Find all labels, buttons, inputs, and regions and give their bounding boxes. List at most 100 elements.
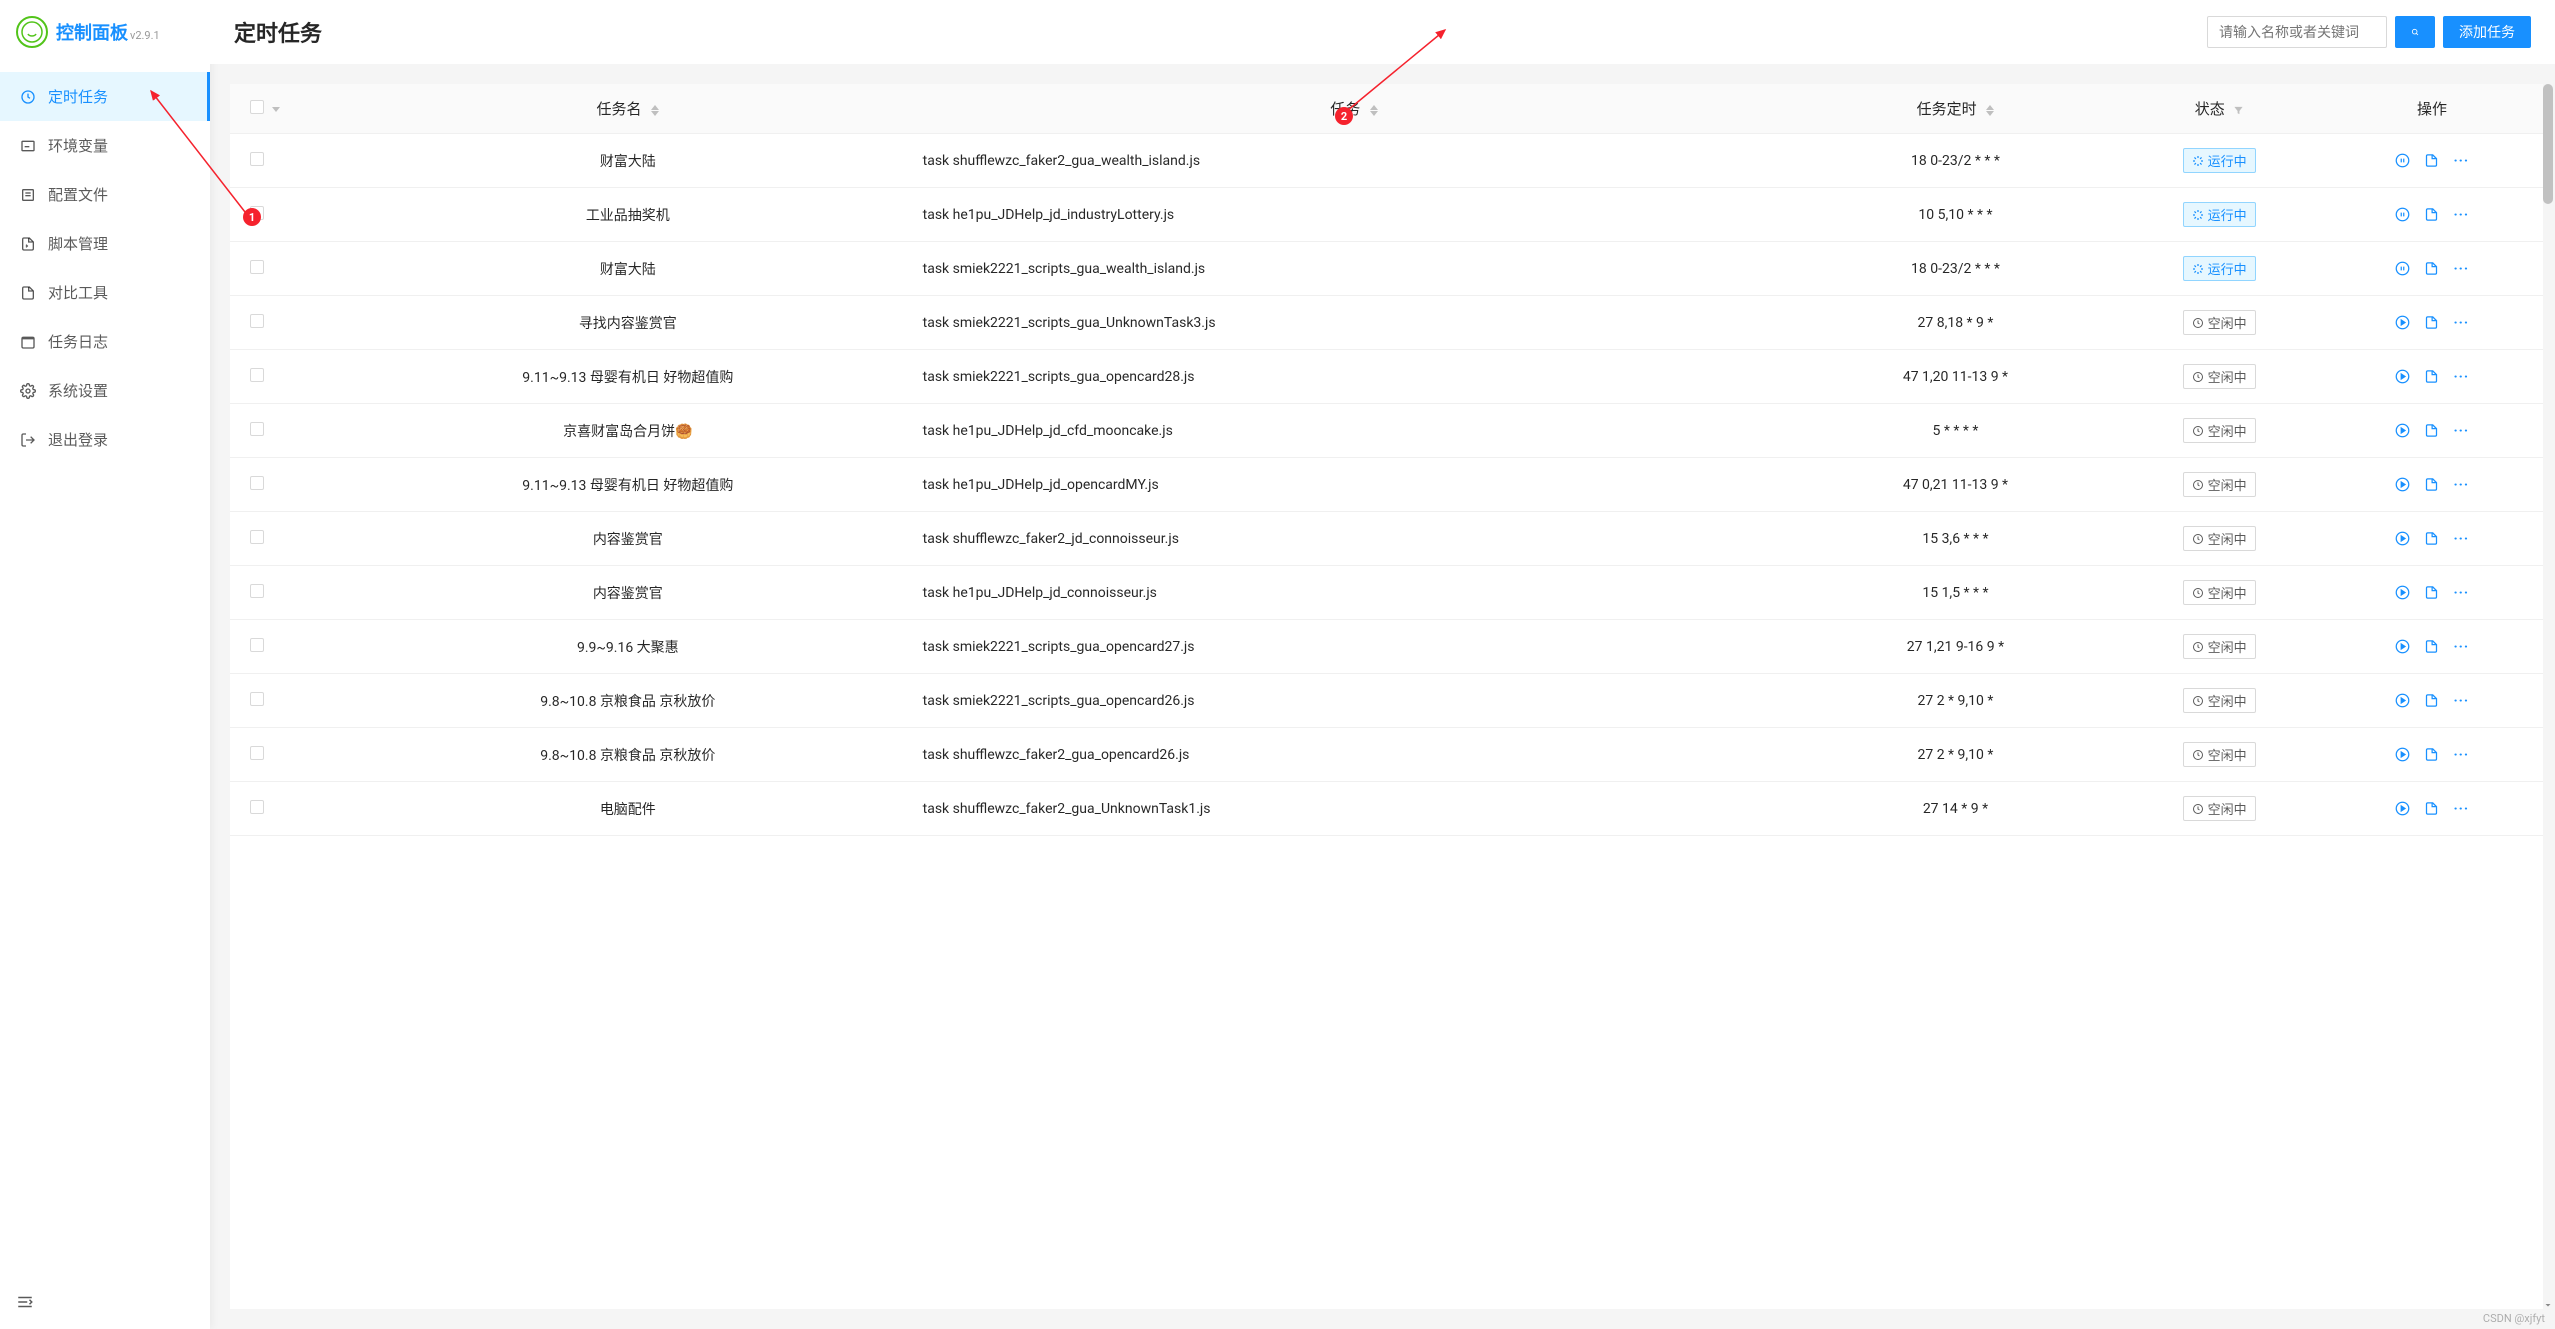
more-icon[interactable]: ··· (2453, 747, 2468, 762)
log-icon[interactable] (2424, 261, 2439, 276)
chevron-down-icon[interactable] (272, 107, 280, 112)
clock-icon (20, 89, 36, 105)
play-icon[interactable] (2395, 585, 2410, 600)
more-icon[interactable]: ··· (2453, 801, 2468, 816)
row-checkbox[interactable] (250, 476, 264, 490)
play-icon[interactable] (2395, 423, 2410, 438)
log-icon[interactable] (2424, 747, 2439, 762)
status-badge: 运行中 (2183, 202, 2256, 227)
more-icon[interactable]: ··· (2453, 261, 2468, 276)
log-icon[interactable] (2424, 369, 2439, 384)
sidebar-item-label: 退出登录 (48, 429, 108, 450)
table-row: 工业品抽奖机task he1pu_JDHelp_jd_industryLotte… (230, 188, 2543, 242)
sidebar-item-label: 任务日志 (48, 331, 108, 352)
sidebar-item-6[interactable]: 系统设置 (0, 366, 210, 415)
table-row: 9.11~9.13 母婴有机日 好物超值购task smiek2221_scri… (230, 350, 2543, 404)
log-icon[interactable] (2424, 153, 2439, 168)
task-command-cell: task shufflewzc_faker2_jd_connoisseur.js (915, 512, 1794, 566)
play-icon[interactable] (2395, 315, 2410, 330)
more-icon[interactable]: ··· (2453, 585, 2468, 600)
sidebar-item-1[interactable]: 环境变量 (0, 121, 210, 170)
task-name-cell: 财富大陆 (341, 134, 915, 188)
search-button[interactable] (2395, 16, 2435, 48)
more-icon[interactable]: ··· (2453, 693, 2468, 708)
task-name-cell: 9.11~9.13 母婴有机日 好物超值购 (341, 458, 915, 512)
log-icon[interactable] (2424, 531, 2439, 546)
log-icon[interactable] (2424, 585, 2439, 600)
task-name-cell: 工业品抽奖机 (341, 188, 915, 242)
log-icon[interactable] (2424, 207, 2439, 222)
status-badge: 空闲中 (2183, 688, 2256, 713)
table-row: 9.11~9.13 母婴有机日 好物超值购task he1pu_JDHelp_j… (230, 458, 2543, 512)
sort-icon[interactable] (1986, 105, 1994, 116)
sidebar-item-2[interactable]: 配置文件 (0, 170, 210, 219)
row-checkbox[interactable] (250, 800, 264, 814)
play-icon[interactable] (2395, 801, 2410, 816)
play-icon[interactable] (2395, 693, 2410, 708)
row-checkbox[interactable] (250, 530, 264, 544)
more-icon[interactable]: ··· (2453, 477, 2468, 492)
sidebar-item-5[interactable]: 任务日志 (0, 317, 210, 366)
pause-icon[interactable] (2395, 153, 2410, 168)
row-checkbox[interactable] (250, 152, 264, 166)
row-checkbox[interactable] (250, 260, 264, 274)
sort-icon[interactable] (651, 105, 659, 116)
row-checkbox[interactable] (250, 314, 264, 328)
log-icon[interactable] (2424, 315, 2439, 330)
sidebar-collapse-button[interactable] (16, 1293, 36, 1313)
task-command-cell: task he1pu_JDHelp_jd_industryLottery.js (915, 188, 1794, 242)
play-icon[interactable] (2395, 477, 2410, 492)
log-icon[interactable] (2424, 801, 2439, 816)
filter-icon[interactable] (2233, 105, 2244, 116)
more-icon[interactable]: ··· (2453, 369, 2468, 384)
play-icon[interactable] (2395, 747, 2410, 762)
sidebar-item-7[interactable]: 退出登录 (0, 415, 210, 464)
sidebar-item-label: 定时任务 (48, 86, 108, 107)
table-row: 内容鉴赏官task shufflewzc_faker2_jd_connoisse… (230, 512, 2543, 566)
row-checkbox[interactable] (250, 368, 264, 382)
play-icon[interactable] (2395, 531, 2410, 546)
row-checkbox[interactable] (250, 422, 264, 436)
script-icon (20, 236, 36, 252)
column-header-status[interactable]: 状态 (2117, 84, 2321, 134)
play-icon[interactable] (2395, 639, 2410, 654)
log-icon[interactable] (2424, 639, 2439, 654)
status-badge: 运行中 (2183, 256, 2256, 281)
table-row: 京喜财富岛合月饼🥮task he1pu_JDHelp_jd_cfd_moonca… (230, 404, 2543, 458)
log-icon[interactable] (2424, 477, 2439, 492)
column-header-task[interactable]: 任务 (915, 84, 1794, 134)
pause-icon[interactable] (2395, 207, 2410, 222)
more-icon[interactable]: ··· (2453, 423, 2468, 438)
sidebar-item-0[interactable]: 定时任务 (0, 72, 210, 121)
column-header-cron[interactable]: 任务定时 (1794, 84, 2118, 134)
scrollbar[interactable] (2543, 84, 2553, 1309)
more-icon[interactable]: ··· (2453, 153, 2468, 168)
more-icon[interactable]: ··· (2453, 639, 2468, 654)
search-input[interactable] (2207, 16, 2387, 48)
task-cron-cell: 27 14 * 9 * (1794, 782, 2118, 836)
log-icon[interactable] (2424, 693, 2439, 708)
column-header-name[interactable]: 任务名 (341, 84, 915, 134)
select-all-checkbox[interactable] (250, 100, 264, 114)
row-checkbox[interactable] (250, 584, 264, 598)
sidebar-item-4[interactable]: 对比工具 (0, 268, 210, 317)
task-command-cell: task smiek2221_scripts_gua_wealth_island… (915, 242, 1794, 296)
column-header-actions: 操作 (2321, 84, 2543, 134)
sidebar-item-3[interactable]: 脚本管理 (0, 219, 210, 268)
more-icon[interactable]: ··· (2453, 315, 2468, 330)
play-icon[interactable] (2395, 369, 2410, 384)
task-name-cell: 京喜财富岛合月饼🥮 (341, 404, 915, 458)
pause-icon[interactable] (2395, 261, 2410, 276)
annotation-marker-2: 2 (1335, 107, 1353, 125)
row-checkbox[interactable] (250, 746, 264, 760)
task-cron-cell: 27 2 * 9,10 * (1794, 674, 2118, 728)
more-icon[interactable]: ··· (2453, 531, 2468, 546)
log-icon[interactable] (2424, 423, 2439, 438)
sort-icon[interactable] (1370, 105, 1378, 116)
add-task-button[interactable]: 添加任务 (2443, 16, 2531, 48)
row-checkbox[interactable] (250, 692, 264, 706)
more-icon[interactable]: ··· (2453, 207, 2468, 222)
task-cron-cell: 47 0,21 11-13 9 * (1794, 458, 2118, 512)
row-checkbox[interactable] (250, 638, 264, 652)
search-icon (2411, 25, 2419, 39)
